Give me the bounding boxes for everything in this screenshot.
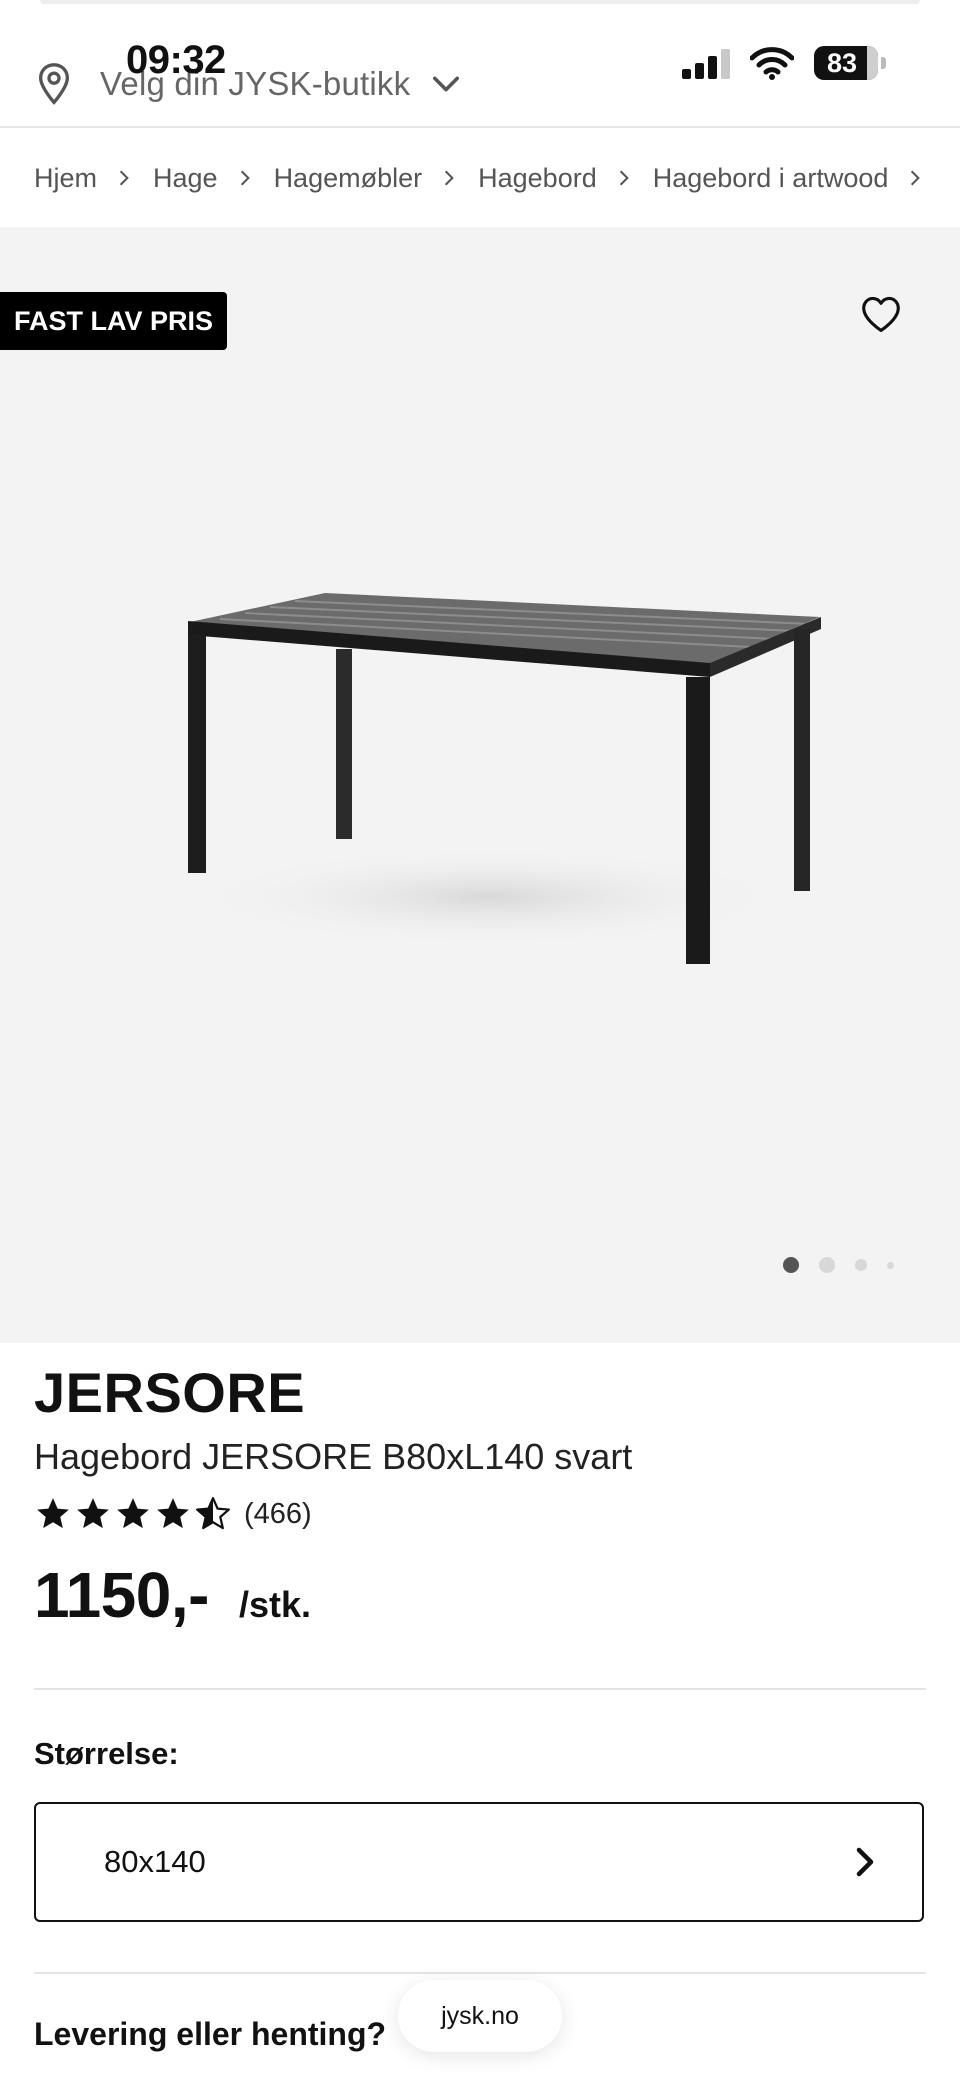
- review-count[interactable]: (466): [244, 1498, 312, 1531]
- status-time: 09:32: [126, 38, 226, 82]
- star-half-icon: [196, 1497, 230, 1530]
- status-icons: 83: [682, 46, 886, 80]
- price-row: 1150,- /stk.: [34, 1558, 311, 1632]
- product-gallery[interactable]: FAST LAV PRIS: [0, 227, 960, 1343]
- breadcrumb-item-hage[interactable]: Hage: [153, 163, 218, 194]
- section-divider: [34, 1688, 926, 1690]
- price-unit: /stk.: [238, 1584, 311, 1625]
- delivery-heading[interactable]: Levering eller henting?: [34, 2016, 386, 2053]
- chevron-right-icon: [445, 170, 454, 186]
- carousel-dot-3[interactable]: [855, 1259, 867, 1271]
- chevron-right-icon: [619, 170, 629, 186]
- star-full-icon: [157, 1498, 189, 1529]
- product-price: 1150,-: [34, 1559, 209, 1631]
- store-selector[interactable]: Velg din JYSK-butikk: [34, 56, 460, 112]
- size-selector[interactable]: 80x140: [34, 1802, 924, 1922]
- battery-level: 83: [826, 47, 858, 78]
- chevron-right-icon: [119, 170, 129, 186]
- breadcrumb: Hjem Hage Hagemøbler Hagebord Hagebord i…: [34, 150, 944, 206]
- size-label: Størrelse:: [34, 1736, 179, 1771]
- battery-icon: 83: [814, 46, 886, 80]
- browser-url-pill[interactable]: jysk.no: [398, 1980, 562, 2052]
- breadcrumb-item-hagebord-artwood[interactable]: Hagebord i artwood: [653, 163, 889, 194]
- product-image: [188, 593, 821, 964]
- star-full-icon: [117, 1498, 149, 1529]
- product-name: Hagebord JERSORE B80xL140 svart: [34, 1436, 633, 1477]
- header-divider: [0, 126, 960, 128]
- carousel-dot-2[interactable]: [819, 1257, 835, 1273]
- chevron-down-icon: [433, 76, 460, 92]
- breadcrumb-item-hjem[interactable]: Hjem: [34, 163, 97, 194]
- product-rating[interactable]: (466): [34, 1495, 312, 1533]
- chevron-right-icon: [911, 170, 921, 186]
- heart-icon[interactable]: [860, 295, 902, 333]
- chevron-right-icon: [856, 1847, 874, 1877]
- carousel-dot-4[interactable]: [887, 1261, 894, 1269]
- location-pin-icon: [38, 63, 70, 105]
- top-edge-strip: [40, 0, 920, 4]
- product-brand: JERSORE: [34, 1361, 306, 1424]
- carousel-indicators[interactable]: [783, 1257, 894, 1273]
- rating-stars: [34, 1495, 232, 1533]
- chevron-right-icon: [240, 170, 250, 186]
- star-full-icon: [37, 1498, 69, 1529]
- wifi-icon: [750, 47, 794, 80]
- cellular-signal-icon: [682, 49, 730, 79]
- section-divider: [34, 1972, 926, 1974]
- carousel-dot-1[interactable]: [783, 1257, 799, 1273]
- breadcrumb-item-hagemobler[interactable]: Hagemøbler: [274, 163, 423, 194]
- star-full-icon: [77, 1498, 109, 1529]
- price-badge: FAST LAV PRIS: [0, 292, 228, 350]
- breadcrumb-item-hagebord[interactable]: Hagebord: [478, 163, 597, 194]
- size-selected-value: 80x140: [104, 1844, 206, 1879]
